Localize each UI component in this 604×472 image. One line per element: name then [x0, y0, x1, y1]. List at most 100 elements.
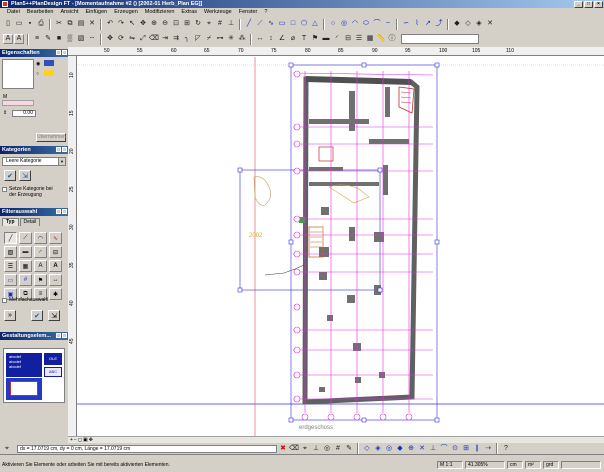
assign-button[interactable]: ⇲ [19, 170, 31, 181]
text-style-button[interactable]: A [3, 34, 13, 44]
door-icon[interactable]: ◜ [332, 34, 342, 44]
wall-tool-icon[interactable]: ▬ [19, 246, 32, 258]
polar-icon[interactable]: ◎ [322, 444, 332, 454]
cut-icon[interactable]: ✂ [54, 19, 64, 29]
snap-intersect-icon[interactable]: ✕ [485, 19, 495, 29]
panel-close-icon[interactable] [62, 50, 67, 55]
fillet-icon[interactable]: ╮ [182, 34, 192, 44]
grid-icon[interactable]: # [215, 19, 225, 29]
info-icon[interactable]: ⓘ [387, 34, 397, 44]
dimension-tool-icon[interactable]: ↔ [49, 274, 62, 286]
stair-tool-icon[interactable]: ☰ [4, 260, 17, 272]
color-icon[interactable]: ■ [54, 34, 64, 44]
open-folder-icon[interactable]: ▭ [14, 19, 24, 29]
snap-tangent-icon[interactable]: ⌒ [439, 444, 449, 454]
fill-icon[interactable]: ▒ [65, 34, 75, 44]
polygon-icon[interactable]: ⬡ [299, 19, 309, 29]
circle-icon[interactable]: ○ [328, 19, 338, 29]
menu-extras[interactable]: Extras [178, 8, 200, 17]
delete-segment-icon[interactable]: ⌫ [289, 444, 299, 454]
panel-minimize-icon[interactable] [56, 147, 61, 152]
grid-tool-icon[interactable]: # [19, 274, 32, 286]
chevron-down-icon[interactable]: ▼ [58, 158, 65, 165]
menu-modifizieren[interactable]: Modifizieren [142, 8, 178, 17]
snap-end-icon[interactable]: ◇ [463, 19, 473, 29]
ortho-icon[interactable]: ⊥ [226, 19, 236, 29]
rectangle-icon[interactable]: ▭ [277, 19, 287, 29]
minimize-button[interactable]: _ [574, 0, 583, 8]
panel-minimize-icon[interactable] [56, 50, 61, 55]
panel-minimize-icon[interactable] [56, 333, 61, 338]
bezier-icon[interactable]: ~ [383, 19, 393, 29]
leader-icon[interactable]: ⤴ [434, 19, 444, 29]
cancel-icon[interactable]: ✖ [278, 444, 288, 454]
menu-fenster[interactable]: Fenster [236, 8, 261, 17]
unit-angle-field[interactable]: grd [543, 461, 559, 469]
menu-erzeugen[interactable]: Erzeugen [111, 8, 141, 17]
symbol-icon[interactable]: ⚑ [310, 34, 320, 44]
snap-perp-icon[interactable]: ⊥ [428, 444, 438, 454]
snap-point-icon[interactable]: ◆ [452, 19, 462, 29]
panel-close-icon[interactable] [62, 333, 67, 338]
freehand-icon[interactable]: ∿ [266, 19, 276, 29]
polyline-icon[interactable]: ⟋ [255, 19, 265, 29]
drawing-canvas[interactable]: 2002 erdgeschoss [68, 47, 604, 443]
snap-grid-icon[interactable]: ⊞ [461, 444, 471, 454]
mirror-icon[interactable]: ⇋ [127, 34, 137, 44]
radio-icon[interactable]: ◉ [36, 61, 40, 67]
symbol-tool-icon[interactable]: ⚑ [34, 274, 47, 286]
wall-icon[interactable]: ▬ [321, 34, 331, 44]
new-file-icon[interactable]: ▯ [3, 19, 13, 29]
square-icon[interactable]: □ [288, 19, 298, 29]
tab-typ[interactable]: Typ [2, 218, 19, 226]
checkbox[interactable] [2, 297, 7, 303]
undo-icon[interactable]: ↶ [105, 19, 115, 29]
checkbox[interactable] [2, 186, 7, 192]
explode-icon[interactable]: ✳ [226, 34, 236, 44]
print-icon[interactable]: ⎙ [36, 19, 46, 29]
circle-center-icon[interactable]: ◎ [339, 19, 349, 29]
text-format-button[interactable]: A [14, 34, 24, 44]
join-icon[interactable]: ⊶ [215, 34, 225, 44]
radius-dimension-icon[interactable]: ⌀ [288, 34, 298, 44]
ellipse-icon[interactable]: ⬭ [361, 19, 371, 29]
tab-detail[interactable]: Detail [19, 218, 41, 226]
copy-icon[interactable]: ⧉ [65, 19, 75, 29]
apply-button[interactable]: Übernehmen [36, 133, 66, 142]
unit-area-field[interactable]: m² [525, 461, 541, 469]
snap-end-icon[interactable]: ◇ [362, 444, 372, 454]
pan-icon[interactable]: ✥ [138, 19, 148, 29]
text-icon[interactable]: T [299, 34, 309, 44]
snap-intersect-icon[interactable]: ✕ [417, 444, 427, 454]
room-tool-icon[interactable]: ▦ [19, 260, 32, 272]
redraw-icon[interactable]: ↻ [193, 19, 203, 29]
all-tool-icon[interactable]: ✱ [49, 288, 62, 300]
menu-werkzeuge[interactable]: Werkzeuge [201, 8, 235, 17]
arc-tool-icon[interactable]: ◠ [34, 232, 47, 244]
zoom-window-icon[interactable]: ⊡ [171, 19, 181, 29]
polyline-tool-icon[interactable]: ⟋ [19, 232, 32, 244]
zoom-all-icon[interactable]: ⊞ [182, 19, 192, 29]
arc-3pt-icon[interactable]: ⌒ [372, 19, 382, 29]
menu-bearbeiten[interactable]: Bearbeiten [24, 8, 57, 17]
menu-datei[interactable]: Datei [4, 8, 23, 17]
linetype-icon[interactable]: ┄ [87, 34, 97, 44]
dimension-icon[interactable]: ↔ [255, 34, 265, 44]
chamfer-icon[interactable]: ◸ [193, 34, 203, 44]
coordinate-icon[interactable]: ⌖ [2, 444, 12, 454]
break-icon[interactable]: ⌿ [204, 34, 214, 44]
rect-tool-icon[interactable]: ▭ [4, 274, 17, 286]
arc-icon[interactable]: ◠ [350, 19, 360, 29]
measure-icon[interactable]: 📏 [376, 34, 386, 44]
snap-icon[interactable]: ⌖ [204, 19, 214, 29]
color-swatch-icon[interactable] [44, 60, 54, 66]
checkmark-button[interactable]: ✔ [4, 170, 16, 181]
spline-icon[interactable]: ∽ [401, 19, 411, 29]
help-icon[interactable]: ? [501, 444, 511, 454]
layer-select[interactable] [401, 34, 479, 44]
triangle-icon[interactable]: △ [310, 19, 320, 29]
paste-icon[interactable]: ▤ [76, 19, 86, 29]
snap-mid-icon[interactable]: ◈ [474, 19, 484, 29]
snap-near-icon[interactable]: ⊙ [450, 444, 460, 454]
select-icon[interactable]: ↖ [127, 19, 137, 29]
